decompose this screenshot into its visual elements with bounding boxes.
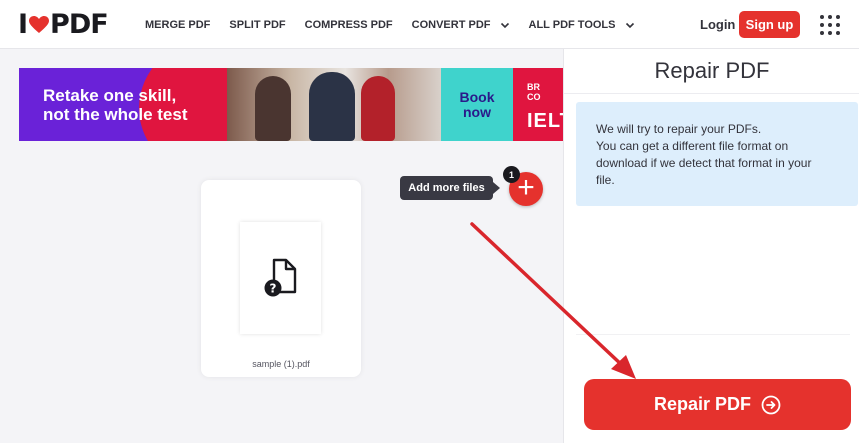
arrow-right-circle-icon (761, 395, 781, 414)
nav-split-pdf[interactable]: SPLIT PDF (229, 19, 285, 31)
ad-brand-name: IELT (527, 110, 563, 132)
repair-pdf-button[interactable]: Repair PDF (584, 379, 851, 430)
nav-label: CONVERT PDF (411, 18, 491, 31)
ad-cta[interactable]: Book now (441, 68, 513, 141)
signup-button[interactable]: Sign up (739, 11, 800, 38)
logo-prefix: I (18, 9, 28, 40)
info-box: We will try to repair your PDFs. You can… (576, 102, 858, 206)
sidebar-divider (564, 93, 859, 94)
nav-convert-pdf[interactable]: CONVERT PDF (412, 19, 510, 31)
unknown-file-icon: ? (264, 258, 296, 297)
file-name: sample (1).pdf (252, 359, 310, 369)
main-nav: MERGE PDF SPLIT PDF COMPRESS PDF CONVERT… (145, 0, 654, 49)
nav-label: ALL PDF TOOLS (528, 18, 616, 31)
file-card[interactable]: ? sample (1).pdf (201, 180, 361, 377)
ad-photo-person (255, 76, 291, 141)
ad-cta-line: now (463, 103, 491, 120)
ad-brand-logo-line: CO (527, 92, 541, 102)
sidebar-divider (576, 334, 850, 335)
ad-brand-logo: BR CO (527, 82, 541, 102)
add-more-files-tooltip: Add more files (400, 176, 493, 200)
top-navbar: I PDF MERGE PDF SPLIT PDF COMPRESS PDF C… (0, 0, 859, 49)
ad-headline-line: Retake one skill, (43, 86, 177, 105)
info-text-line: We will try to repair your PDFs. (596, 122, 762, 136)
nav-label: MERGE PDF (145, 18, 211, 31)
info-text-line: download if we detect that format in you… (596, 156, 812, 170)
heart-icon (29, 16, 50, 33)
ad-photo-person (309, 72, 355, 141)
chevron-down-icon (625, 22, 634, 28)
sidebar-title: Repair PDF (654, 58, 770, 83)
ad-brand: BR CO IELT (513, 68, 563, 141)
nav-merge-pdf[interactable]: MERGE PDF (145, 19, 210, 31)
ad-headline-line: not the whole test (43, 105, 188, 124)
tooltip-pointer (493, 182, 500, 194)
nav-all-pdf-tools[interactable]: ALL PDF TOOLS (529, 19, 635, 31)
file-count-badge: 1 (503, 166, 520, 183)
info-text-line: file. (596, 173, 615, 187)
ad-brand-logo-line: BR (527, 82, 540, 92)
svg-text:?: ? (269, 282, 276, 296)
repair-pdf-label: Repair PDF (653, 394, 752, 414)
ad-cta-line: Book (459, 88, 495, 105)
nav-label: SPLIT PDF (229, 18, 286, 31)
apps-grid-icon[interactable] (820, 15, 840, 35)
nav-label: COMPRESS PDF (304, 18, 393, 31)
login-link[interactable]: Login (700, 17, 735, 32)
tool-sidebar: Repair PDF We will try to repair your PD… (563, 49, 859, 443)
file-thumbnail: ? (240, 222, 321, 334)
nav-compress-pdf[interactable]: COMPRESS PDF (305, 19, 393, 31)
ad-banner[interactable]: Retake one skill, not the whole test Boo… (19, 68, 563, 141)
ad-photo-person (361, 76, 395, 141)
info-text-line: You can get a different file format on (596, 139, 789, 153)
ad-headline: Retake one skill, not the whole test (43, 86, 188, 124)
ilovepdf-logo[interactable]: I PDF (18, 9, 109, 40)
chevron-down-icon (500, 22, 509, 28)
logo-suffix: PDF (50, 9, 109, 40)
